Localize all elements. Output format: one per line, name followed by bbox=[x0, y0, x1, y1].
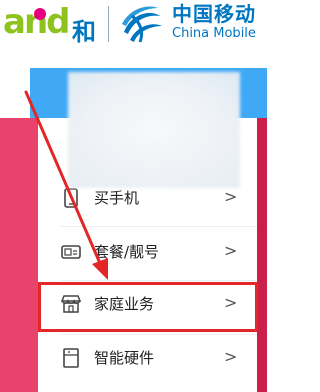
device-icon bbox=[63, 348, 79, 368]
chevron-right-icon: > bbox=[224, 347, 238, 366]
phone-icon bbox=[64, 188, 78, 208]
right-background bbox=[257, 118, 267, 392]
menu-item-label: 智能硬件 bbox=[94, 349, 155, 367]
chevron-right-icon: > bbox=[224, 187, 238, 206]
blurred-overlay bbox=[68, 72, 240, 188]
and-logo-text: and bbox=[3, 2, 70, 42]
chevron-right-icon: > bbox=[224, 241, 238, 260]
company-name-en: China Mobile bbox=[172, 26, 256, 41]
left-background bbox=[0, 118, 38, 392]
and-logo-dot-icon bbox=[34, 8, 46, 20]
menu-item-smart-hardware[interactable]: 智能硬件 > bbox=[38, 330, 257, 386]
highlight-box bbox=[38, 282, 258, 332]
and-logo-suffix: 和 bbox=[72, 18, 96, 46]
logo-divider bbox=[108, 6, 109, 42]
sim-card-icon bbox=[61, 245, 81, 259]
menu-item-label: 买手机 bbox=[94, 189, 140, 207]
china-mobile-logo-icon bbox=[122, 6, 162, 43]
brand-header: and 和 中国移动 China Mobile bbox=[0, 0, 267, 68]
and-logo: and 和 bbox=[0, 2, 100, 46]
menu-item-label: 套餐/靓号 bbox=[94, 243, 160, 261]
company-name: 中国移动 bbox=[172, 2, 256, 26]
menu-item-plan-number[interactable]: 套餐/靓号 > bbox=[38, 224, 257, 280]
